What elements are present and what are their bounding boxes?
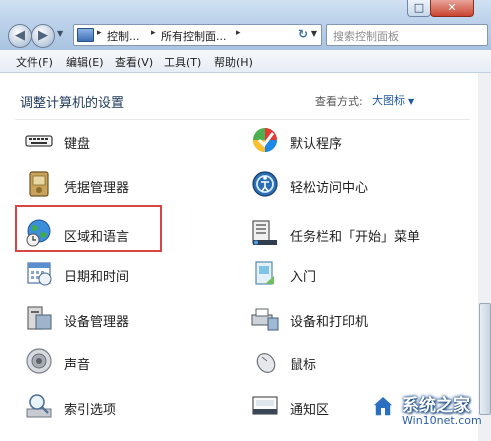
default-programs-icon: [253, 128, 277, 152]
devices-printers-icon: [251, 308, 279, 331]
view-by-dropdown[interactable]: 大图标 ▼: [372, 92, 414, 108]
watermark-url: Win10net.com: [402, 414, 482, 427]
ease-of-access-icon: [252, 171, 278, 197]
watermark-title: 系统之家: [402, 396, 470, 416]
breadcrumb-all-items[interactable]: 所有控制面...: [161, 28, 227, 44]
cp-item-label: 轻松访问中心: [290, 181, 369, 196]
back-arrow-icon: ◀: [15, 28, 25, 43]
back-button[interactable]: ◀: [8, 24, 32, 48]
watermark: 系统之家 Win10net.com: [362, 387, 486, 435]
mouse-icon: [256, 353, 276, 373]
taskbar-start-menu-icon: [252, 220, 277, 245]
date-time-icon: [27, 262, 52, 286]
menu-help[interactable]: 帮助(H): [214, 54, 253, 70]
credential-manager-icon: [29, 171, 49, 197]
cp-item-label: 任务栏和「开始」菜单: [290, 230, 421, 245]
cp-item-label: 通知区: [290, 403, 330, 418]
highlight-box: [15, 205, 162, 252]
maximize-icon: □: [413, 1, 425, 14]
cp-item-label: 索引选项: [64, 403, 117, 418]
breadcrumb-control-panel[interactable]: 控制...: [107, 28, 140, 44]
forward-button[interactable]: ▶: [31, 24, 55, 48]
search-box[interactable]: 搜索控制面板: [326, 24, 488, 46]
device-manager-icon: [27, 306, 52, 330]
keyboard-icon: [25, 135, 53, 147]
notification-area-icon: [252, 396, 278, 415]
divider: [15, 119, 470, 120]
breadcrumb-separator-icon[interactable]: ▸: [151, 28, 156, 38]
view-by-value: 大图标: [372, 94, 405, 107]
chevron-down-icon: ▼: [408, 97, 415, 106]
address-bar[interactable]: ▸ 控制... ▸ 所有控制面... ▸ ▼: [73, 24, 322, 46]
breadcrumb-separator-icon[interactable]: ▸: [236, 28, 241, 38]
getting-started-icon: [255, 261, 274, 285]
address-dropdown-icon[interactable]: ▼: [311, 29, 317, 38]
cp-item-label: 日期和时间: [64, 270, 130, 285]
menu-file[interactable]: 文件(F): [16, 54, 53, 70]
title-bar: □ ✕ ◀ ▶ ▼ ▸ 控制... ▸ 所有控制面... ▸ ▼ ↻ 搜索控制面…: [0, 0, 491, 50]
menu-edit[interactable]: 编辑(E): [66, 54, 104, 70]
cp-item-label: 声音: [64, 358, 91, 373]
house-logo-icon: [370, 394, 396, 417]
forward-arrow-icon: ▶: [38, 28, 48, 43]
menu-view[interactable]: 查看(V): [115, 54, 153, 70]
cp-item-label: 设备和打印机: [290, 315, 369, 330]
breadcrumb-separator-icon[interactable]: ▸: [97, 28, 102, 38]
page-title: 调整计算机的设置: [20, 96, 125, 111]
sound-icon: [26, 348, 52, 374]
cp-item-label: 键盘: [64, 137, 91, 152]
vertical-scrollbar[interactable]: [478, 73, 491, 441]
recent-pages-dropdown-icon[interactable]: ▼: [57, 29, 63, 38]
menu-tools[interactable]: 工具(T): [164, 54, 201, 70]
refresh-icon[interactable]: ↻: [298, 27, 308, 41]
search-placeholder: 搜索控制面板: [333, 30, 399, 43]
cp-item-label: 凭据管理器: [64, 181, 130, 196]
close-icon: ✕: [447, 1, 457, 14]
view-by-label: 查看方式:: [315, 95, 363, 108]
indexing-options-icon: [26, 394, 52, 418]
cp-item-label: 设备管理器: [64, 315, 130, 330]
cp-item-label: 鼠标: [290, 358, 317, 373]
close-button[interactable]: ✕: [430, 0, 474, 17]
cp-item-label: 默认程序: [290, 137, 343, 152]
cp-item-label: 入门: [290, 270, 317, 285]
control-panel-icon: [77, 28, 94, 42]
content-area: 调整计算机的设置 查看方式: 大图标 ▼ 键盘 凭据管理器 区域和语言 日期和时…: [0, 73, 478, 441]
menu-bar: 文件(F) 编辑(E) 查看(V) 工具(T) 帮助(H): [0, 50, 491, 73]
maximize-button[interactable]: □: [407, 0, 431, 17]
